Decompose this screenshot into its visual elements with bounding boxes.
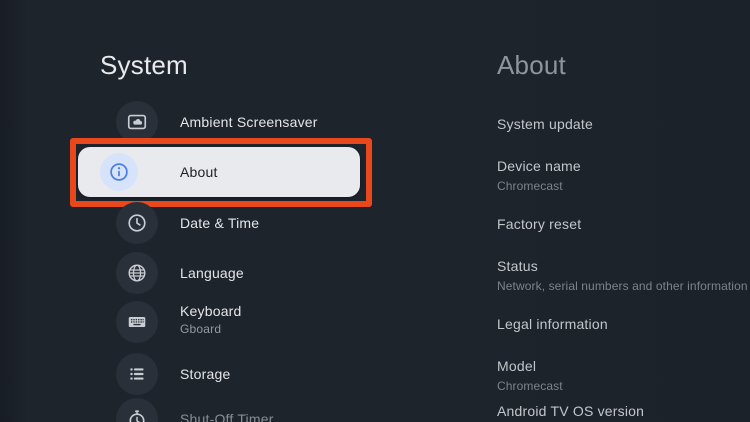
settings-screen: System Ambient Screensaver About [0,0,750,422]
menu-item-sublabel: Gboard [180,322,221,336]
about-item-factory-reset[interactable]: Factory reset [497,216,581,232]
about-item-sublabel: Chromecast [497,179,581,193]
about-item-label: Device name [497,158,581,174]
menu-item-date-time[interactable]: Date & Time [0,198,440,248]
about-item-sublabel: Chromecast [497,379,563,393]
about-item-device-name[interactable]: Device name Chromecast [497,158,581,193]
menu-item-label: Language [180,265,244,281]
storage-icon [116,353,158,395]
about-item-android-tv-os-version[interactable]: Android TV OS version [497,403,644,419]
timer-icon [116,398,158,422]
menu-item-about[interactable]: About [78,147,360,197]
menu-item-label: Ambient Screensaver [180,114,318,130]
clock-icon [116,202,158,244]
menu-item-storage[interactable]: Storage [0,349,440,399]
about-item-status[interactable]: Status Network, serial numbers and other… [497,258,748,293]
page-title: System [100,50,188,81]
menu-item-language[interactable]: Language [0,248,440,298]
globe-icon [116,252,158,294]
about-item-label: System update [497,116,593,132]
menu-item-label: Shut-Off Timer [180,411,274,422]
section-title: About [497,50,566,81]
menu-item-label: About [180,164,218,180]
menu-item-shut-off-timer[interactable]: Shut-Off Timer [0,394,440,422]
menu-item-keyboard[interactable]: Keyboard Gboard [0,294,440,350]
about-item-label: Android TV OS version [497,403,644,419]
about-item-label: Model [497,358,563,374]
menu-item-ambient-screensaver[interactable]: Ambient Screensaver [0,97,440,147]
about-item-model[interactable]: Model Chromecast [497,358,563,393]
about-item-label: Status [497,258,748,274]
about-item-sublabel: Network, serial numbers and other inform… [497,279,748,293]
menu-item-label: Storage [180,366,230,382]
about-item-label: Factory reset [497,216,581,232]
about-item-label: Legal information [497,316,608,332]
ambient-screensaver-icon [116,101,158,143]
keyboard-icon [116,301,158,343]
about-item-system-update[interactable]: System update [497,116,593,132]
about-item-legal-information[interactable]: Legal information [497,316,608,332]
info-icon [100,153,138,191]
menu-item-label: Keyboard [180,303,242,319]
menu-item-label: Date & Time [180,215,259,231]
